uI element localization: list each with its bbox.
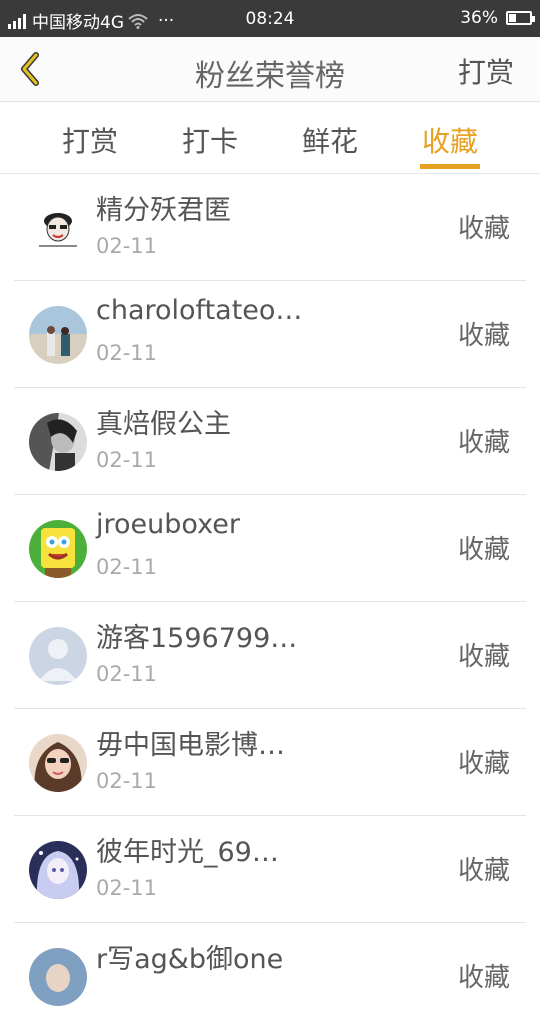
list-item[interactable]: r写ag&b御one 收藏 — [14, 923, 526, 1029]
user-name: 游客1596799… — [96, 623, 298, 654]
item-date: 02-11 — [96, 555, 158, 579]
item-action-label: 收藏 — [457, 856, 510, 886]
item-action-label: 收藏 — [457, 428, 510, 458]
item-date: 02-11 — [96, 662, 158, 686]
battery-icon — [506, 11, 535, 25]
user-name: r写ag&b御one — [96, 944, 284, 975]
photo-avatar-icon — [29, 948, 87, 1006]
item-action-label: 收藏 — [457, 963, 510, 993]
user-name: 毋中国电影博… — [96, 730, 285, 761]
battery-text: 36% — [460, 8, 498, 28]
spongebob-avatar-icon — [29, 520, 87, 578]
item-action-label: 收藏 — [457, 214, 510, 244]
user-name: charoloftateo… — [96, 295, 303, 326]
item-date: 02-11 — [96, 234, 158, 258]
tab-favorites[interactable]: 收藏 — [390, 120, 510, 160]
anime-avatar-icon — [29, 841, 87, 899]
header-reward-button[interactable]: 打赏 — [458, 51, 514, 91]
cartoon-avatar-icon — [29, 199, 87, 257]
tab-flowers[interactable]: 鲜花 — [270, 120, 390, 160]
user-name: jroeuboxer — [96, 509, 240, 540]
list-item[interactable]: 真焙假公主 02-11 收藏 — [14, 388, 526, 495]
active-tab-indicator — [420, 164, 480, 169]
nav-header: 粉丝荣誉榜 打赏 — [0, 37, 540, 102]
status-time: 08:24 — [245, 9, 295, 29]
user-name: 彼年时光_69… — [96, 837, 279, 868]
item-date: 02-11 — [96, 341, 158, 365]
status-right: 36% — [460, 8, 535, 28]
fan-list: 精分殀君匿 02-11 收藏 charoloftateo… 02-11 收藏 真… — [14, 174, 526, 1029]
list-item[interactable]: 精分殀君匿 02-11 收藏 — [14, 174, 526, 281]
list-item[interactable]: 毋中国电影博… 02-11 收藏 — [14, 709, 526, 816]
user-name: 精分殀君匿 — [96, 195, 231, 226]
item-action-label: 收藏 — [457, 535, 510, 565]
item-action-label: 收藏 — [457, 642, 510, 672]
item-action-label: 收藏 — [457, 749, 510, 779]
item-date: 02-11 — [96, 876, 158, 900]
user-name: 真焙假公主 — [96, 409, 231, 440]
tab-reward[interactable]: 打赏 — [30, 120, 150, 160]
item-action-label: 收藏 — [457, 321, 510, 351]
default-user-avatar-icon — [29, 627, 87, 685]
status-bar: 中国移动4G ··· 08:24 36% — [0, 0, 540, 37]
beach-photo-avatar-icon — [29, 306, 87, 364]
item-date: 02-11 — [96, 448, 158, 472]
bw-photo-avatar-icon — [29, 413, 87, 471]
list-item[interactable]: 游客1596799… 02-11 收藏 — [14, 602, 526, 709]
list-item[interactable]: 彼年时光_69… 02-11 收藏 — [14, 816, 526, 923]
girl-photo-avatar-icon — [29, 734, 87, 792]
tab-bar: 打赏 打卡 鲜花 收藏 — [0, 102, 540, 174]
list-item[interactable]: charoloftateo… 02-11 收藏 — [14, 281, 526, 388]
item-date: 02-11 — [96, 769, 158, 793]
tab-checkin[interactable]: 打卡 — [150, 120, 270, 160]
list-item[interactable]: jroeuboxer 02-11 收藏 — [14, 495, 526, 602]
